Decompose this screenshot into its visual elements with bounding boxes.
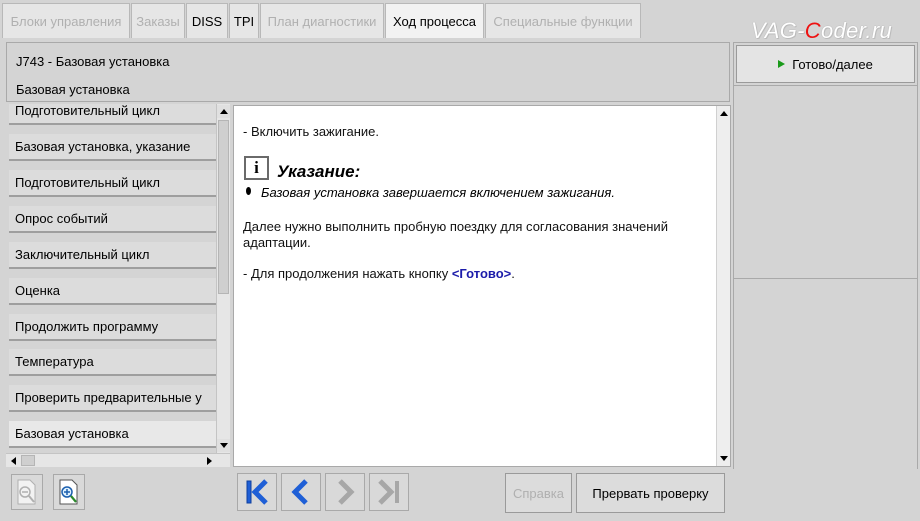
done-next-button[interactable]: Готово/далее <box>736 45 915 83</box>
tab-diss[interactable]: DISS <box>186 3 228 38</box>
scroll-up-button[interactable] <box>217 105 230 118</box>
zoom-in-button[interactable] <box>53 474 85 510</box>
list-item[interactable]: Опрос событий <box>9 206 217 233</box>
list-item[interactable]: Температура <box>9 349 217 376</box>
list-horizontal-scrollbar[interactable] <box>6 453 230 467</box>
instruction-content: - Включить зажигание. i Указание: Базова… <box>233 105 731 467</box>
content-scroll-up-button[interactable] <box>717 107 730 120</box>
scroll-left-button[interactable] <box>7 454 20 467</box>
done-section: Готово/далее <box>733 42 918 86</box>
continue-instruction: - Для продолжения нажать кнопку <Готово>… <box>243 266 515 281</box>
bullet-icon <box>246 187 251 195</box>
scroll-thumb[interactable] <box>218 120 229 294</box>
arrow-right-icon <box>207 456 212 465</box>
tab-bar: Блоки управления Заказы DISS TPI План ди… <box>0 0 920 43</box>
list-item[interactable]: Подготовительный цикл <box>9 104 217 125</box>
list-item[interactable]: Заключительный цикл <box>9 242 217 269</box>
zoom-out-button[interactable] <box>11 474 43 510</box>
note-title: Указание: <box>277 162 361 181</box>
ready-link[interactable]: <Готово> <box>452 266 511 281</box>
go-back-button[interactable] <box>281 473 321 511</box>
tab-special-functions[interactable]: Специальные функции <box>485 3 641 38</box>
back-arrow-icon <box>291 479 308 505</box>
zoom-out-icon <box>17 479 36 505</box>
skip-last-icon <box>378 479 399 505</box>
list-item[interactable]: Проверить предварительные у <box>9 385 217 412</box>
abort-test-button[interactable]: Прервать проверку <box>576 473 725 513</box>
list-item[interactable]: Продолжить программу <box>9 314 217 341</box>
arrow-up-icon <box>219 109 228 114</box>
zoom-in-icon <box>59 479 78 505</box>
list-item[interactable]: Оценка <box>9 278 217 305</box>
arrow-down-icon <box>219 443 228 448</box>
page-title: J743 - Базовая установка <box>16 54 170 69</box>
info-icon: i <box>244 156 269 180</box>
list-vertical-scrollbar[interactable] <box>216 104 230 466</box>
play-icon <box>778 60 786 68</box>
tab-diagnostic-plan[interactable]: План диагностики <box>260 3 384 38</box>
horizontal-scroll-thumb[interactable] <box>21 455 35 466</box>
watermark: VAG-Coder.ru <box>751 18 892 43</box>
scroll-down-button[interactable] <box>217 439 230 452</box>
right-panel: Готово/далее <box>733 42 920 517</box>
tab-process-progress[interactable]: Ход процесса <box>385 3 484 38</box>
go-first-button[interactable] <box>237 473 277 511</box>
instruction-paragraph-cont: адаптации. <box>243 235 311 250</box>
procedure-list: Подготовительный цикл Базовая установка,… <box>6 104 232 466</box>
instruction-paragraph: Далее нужно выполнить пробную поездку дл… <box>243 219 668 234</box>
instruction-step: - Включить зажигание. <box>243 124 379 139</box>
skip-first-icon <box>246 479 268 505</box>
arrow-down-icon <box>719 456 728 461</box>
arrow-left-icon <box>11 456 16 465</box>
tab-orders[interactable]: Заказы <box>131 3 185 38</box>
scroll-right-button[interactable] <box>203 454 216 467</box>
bottom-toolbar: Справка Прервать проверку <box>0 469 920 521</box>
header-panel: J743 - Базовая установка Базовая установ… <box>6 42 730 102</box>
note-body: Базовая установка завершается включением… <box>261 185 615 200</box>
forward-arrow-icon <box>338 479 355 505</box>
content-vertical-scrollbar[interactable] <box>716 106 730 466</box>
go-last-button[interactable] <box>369 473 409 511</box>
list-item[interactable]: Подготовительный цикл <box>9 170 217 197</box>
go-forward-button[interactable] <box>325 473 365 511</box>
content-scroll-down-button[interactable] <box>717 452 730 465</box>
list-item-selected[interactable]: Базовая установка <box>9 421 217 448</box>
tab-control-units[interactable]: Блоки управления <box>2 3 130 38</box>
arrow-up-icon <box>719 111 728 116</box>
page-subtitle: Базовая установка <box>16 82 130 97</box>
tab-tpi[interactable]: TPI <box>229 3 259 38</box>
right-panel-section-1 <box>733 85 918 279</box>
help-button[interactable]: Справка <box>505 473 572 513</box>
list-item[interactable]: Базовая установка, указание <box>9 134 217 161</box>
